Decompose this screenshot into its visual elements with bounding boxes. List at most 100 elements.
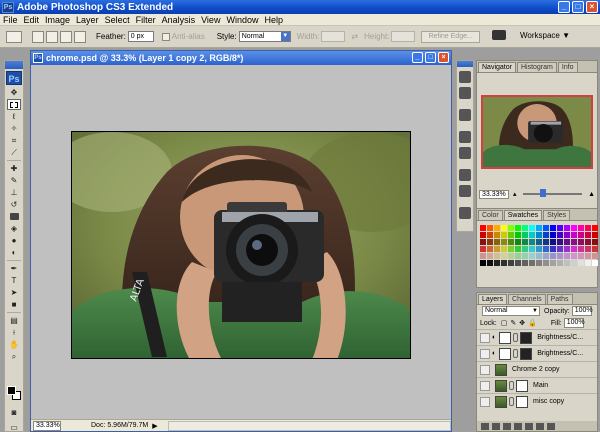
tab-layers[interactable]: Layers — [478, 294, 508, 304]
document-title-bar[interactable]: Ps chrome.psd @ 33.3% (Layer 1 copy 2, R… — [31, 51, 451, 65]
color-swatch[interactable] — [522, 232, 528, 238]
eraser-tool-icon[interactable] — [7, 211, 21, 222]
color-swatch[interactable] — [494, 239, 500, 245]
doc-maximize-button[interactable]: □ — [425, 52, 436, 63]
color-swatch[interactable] — [494, 260, 500, 266]
color-swatch[interactable] — [543, 232, 549, 238]
color-swatch[interactable] — [487, 225, 493, 231]
color-swatch[interactable] — [480, 225, 486, 231]
document-zoom-field[interactable]: 33.33% — [33, 420, 61, 431]
color-swatch[interactable] — [536, 232, 542, 238]
color-swatch[interactable] — [494, 246, 500, 252]
visibility-toggle-icon[interactable] — [480, 396, 490, 407]
lock-all-icon[interactable]: 🔒 — [528, 319, 537, 327]
color-swatch[interactable] — [515, 232, 521, 238]
add-mask-icon[interactable] — [503, 422, 511, 430]
color-swatch[interactable] — [480, 246, 486, 252]
color-swatch[interactable] — [480, 260, 486, 266]
character-icon[interactable] — [459, 169, 471, 181]
layer-comps-icon[interactable] — [459, 207, 471, 219]
tab-swatches[interactable]: Swatches — [503, 210, 543, 220]
lock-pixels-icon[interactable]: ✎ — [510, 319, 516, 327]
marquee-tool-preset-icon[interactable] — [6, 30, 22, 43]
color-swatch[interactable] — [571, 253, 577, 259]
color-swatch[interactable] — [571, 239, 577, 245]
zoom-in-icon[interactable]: ▲ — [588, 191, 595, 198]
color-swatch[interactable] — [578, 253, 584, 259]
color-swatch[interactable] — [564, 232, 570, 238]
width-input[interactable] — [321, 31, 346, 42]
status-menu-arrow-icon[interactable]: ▶ — [152, 422, 157, 430]
lock-position-icon[interactable]: ✥ — [519, 319, 525, 327]
menu-select[interactable]: Select — [105, 15, 130, 25]
color-swatch[interactable] — [508, 260, 514, 266]
navigator-thumbnail[interactable] — [481, 95, 593, 169]
color-swatch[interactable] — [592, 253, 598, 259]
actions-icon[interactable] — [459, 87, 471, 99]
zoom-tool-icon[interactable]: ⌕ — [7, 351, 21, 362]
lasso-tool-icon[interactable]: ℓ — [7, 111, 21, 122]
color-swatch[interactable] — [592, 246, 598, 252]
paint-bucket-tool-icon[interactable]: ◈ — [7, 223, 21, 234]
color-swatch[interactable] — [515, 260, 521, 266]
color-swatch[interactable] — [487, 232, 493, 238]
visibility-toggle-icon[interactable] — [480, 348, 490, 359]
eyedropper-tool-icon[interactable]: ⟊ — [7, 327, 21, 338]
color-swatch[interactable] — [522, 253, 528, 259]
tab-paths[interactable]: Paths — [546, 294, 573, 304]
zoom-out-icon[interactable]: ▴ — [513, 190, 517, 198]
maximize-button[interactable]: □ — [572, 1, 584, 13]
color-swatch[interactable] — [571, 246, 577, 252]
color-swatch[interactable] — [494, 253, 500, 259]
color-swatch[interactable] — [515, 225, 521, 231]
blend-mode-select[interactable]: Normal ▼ — [482, 306, 540, 316]
color-swatch[interactable] — [480, 253, 486, 259]
link-layers-icon[interactable] — [481, 422, 489, 430]
brush-tool-icon[interactable]: ✎ — [7, 175, 21, 186]
color-swatch[interactable] — [550, 253, 556, 259]
color-swatch[interactable] — [522, 239, 528, 245]
color-swatch[interactable] — [543, 246, 549, 252]
clone-source-icon[interactable] — [459, 147, 471, 159]
zoom-slider[interactable] — [522, 189, 583, 197]
color-swatch[interactable] — [578, 239, 584, 245]
menu-file[interactable]: File — [3, 15, 18, 25]
color-swatch[interactable] — [536, 260, 542, 266]
color-swatch[interactable] — [571, 260, 577, 266]
type-tool-icon[interactable]: T — [7, 275, 21, 286]
tab-styles[interactable]: Styles — [543, 210, 571, 220]
color-swatch[interactable] — [557, 225, 563, 231]
menu-edit[interactable]: Edit — [24, 15, 40, 25]
zoom-slider-handle[interactable] — [540, 189, 547, 197]
color-swatch[interactable] — [564, 253, 570, 259]
subtract-selection-icon[interactable] — [60, 30, 72, 43]
color-swatch[interactable] — [529, 232, 535, 238]
new-selection-icon[interactable] — [32, 30, 44, 43]
menu-window[interactable]: Window — [226, 15, 258, 25]
dodge-tool-icon[interactable]: ◐ — [7, 247, 21, 258]
brushes-icon[interactable] — [459, 131, 471, 143]
swap-icon[interactable]: ⇄ — [351, 32, 358, 41]
ps-logo[interactable]: Ps — [6, 71, 22, 85]
color-swatch[interactable] — [480, 232, 486, 238]
color-swatch[interactable] — [557, 246, 563, 252]
color-swatch[interactable] — [550, 239, 556, 245]
hand-tool-icon[interactable]: ✋ — [7, 339, 21, 350]
color-swatch[interactable] — [585, 225, 591, 231]
color-swatch[interactable] — [501, 260, 507, 266]
color-swatch[interactable] — [550, 260, 556, 266]
color-swatch[interactable] — [578, 232, 584, 238]
menu-filter[interactable]: Filter — [136, 15, 156, 25]
shape-tool-icon[interactable]: ■ — [7, 299, 21, 310]
trash-icon[interactable] — [547, 422, 555, 430]
color-swatch[interactable] — [501, 225, 507, 231]
color-swatch[interactable] — [578, 246, 584, 252]
color-swatch[interactable] — [585, 246, 591, 252]
layer-row[interactable]: Main — [477, 377, 597, 393]
color-swatch[interactable] — [578, 225, 584, 231]
lock-transparency-icon[interactable]: ▢ — [501, 319, 508, 327]
color-swatch[interactable] — [529, 225, 535, 231]
layer-row[interactable]: misc copy — [477, 393, 597, 409]
strip-header[interactable] — [457, 61, 473, 67]
magic-wand-tool-icon[interactable]: ✧ — [7, 123, 21, 134]
